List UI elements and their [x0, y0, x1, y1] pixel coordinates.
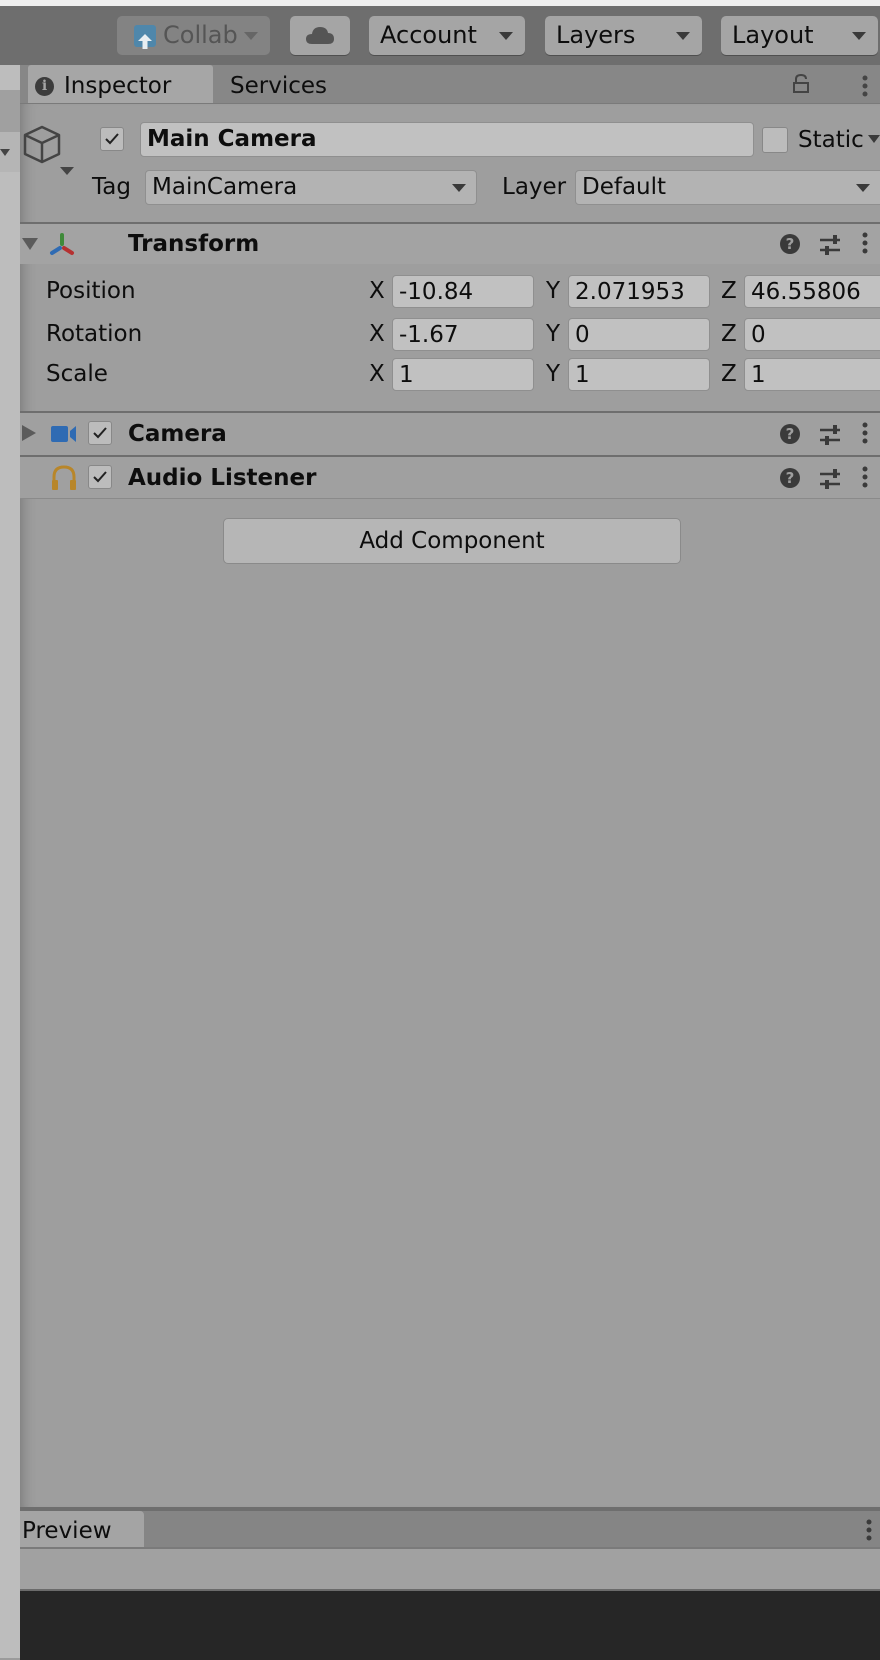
tag-label: Tag — [92, 174, 131, 200]
tag-dropdown[interactable]: MainCamera — [145, 170, 477, 205]
layout-dropdown[interactable]: Layout — [721, 16, 878, 55]
x-axis-label: X — [369, 361, 385, 387]
static-label: Static — [798, 127, 864, 153]
scale-y-input[interactable]: 1 — [568, 358, 710, 391]
left-panel-header — [0, 90, 20, 132]
position-y-input[interactable]: 2.071953 — [568, 275, 710, 308]
left-panel-edge — [0, 65, 20, 1658]
info-icon: i — [35, 77, 54, 96]
scale-z-input[interactable]: 1 — [744, 358, 880, 391]
lock-icon[interactable] — [792, 74, 810, 94]
layers-dropdown[interactable]: Layers — [545, 16, 702, 55]
camera-title: Camera — [128, 421, 227, 447]
position-z-input[interactable]: 46.55806 — [744, 275, 880, 308]
layer-dropdown[interactable]: Default — [575, 170, 880, 205]
chevron-down-icon — [499, 32, 513, 40]
z-axis-label: Z — [721, 278, 737, 304]
presets-sliders-icon[interactable] — [820, 424, 842, 446]
help-icon[interactable]: ? — [780, 234, 800, 254]
position-label: Position — [46, 278, 136, 304]
z-axis-label: Z — [721, 321, 737, 347]
tag-value: MainCamera — [152, 174, 298, 200]
account-dropdown[interactable]: Account — [369, 16, 525, 55]
preview-viewport — [20, 1589, 880, 1660]
preview-tab-label: Preview — [22, 1518, 112, 1544]
active-checkbox[interactable] — [100, 127, 124, 151]
checkmark-icon — [93, 427, 107, 439]
x-axis-label: X — [369, 278, 385, 304]
chevron-down-icon — [452, 184, 466, 192]
layers-label: Layers — [556, 21, 636, 49]
gameobject-cube-icon[interactable] — [22, 124, 74, 184]
inspector-panel: Main Camera Static Tag MainCamera Layer … — [20, 104, 880, 1507]
y-axis-label: Y — [546, 361, 561, 387]
checkmark-icon — [93, 471, 107, 483]
tab-services-label: Services — [230, 73, 327, 99]
help-icon[interactable]: ? — [780, 424, 800, 444]
more-options-icon[interactable] — [862, 232, 868, 254]
camera-component-header[interactable]: Camera ? — [20, 413, 880, 455]
more-options-icon[interactable] — [866, 1519, 872, 1541]
y-axis-label: Y — [546, 321, 561, 347]
transform-header[interactable]: Transform ? — [20, 224, 880, 264]
camera-icon — [51, 426, 76, 442]
audio-listener-component-header[interactable]: Audio Listener ? — [20, 457, 880, 498]
camera-enabled-checkbox[interactable] — [88, 421, 112, 445]
add-component-button[interactable]: Add Component — [223, 518, 681, 564]
chevron-down-icon — [676, 32, 690, 40]
inspector-tab-bar: i Inspector Services — [20, 65, 880, 104]
cloud-icon — [306, 27, 334, 44]
layer-label: Layer — [502, 174, 567, 200]
preview-header: Preview — [20, 1507, 880, 1551]
scale-x-input[interactable]: 1 — [392, 358, 534, 391]
preview-tab[interactable]: Preview — [20, 1511, 144, 1547]
more-options-icon[interactable] — [862, 75, 868, 97]
transform-title: Transform — [128, 231, 260, 257]
y-axis-label: Y — [546, 278, 561, 304]
x-axis-label: X — [369, 321, 385, 347]
account-label: Account — [380, 21, 477, 49]
checkmark-icon — [105, 133, 119, 145]
tab-services[interactable]: Services — [230, 65, 327, 103]
more-options-icon[interactable] — [862, 466, 868, 488]
z-axis-label: Z — [721, 361, 737, 387]
foldout-expanded-icon[interactable] — [22, 238, 38, 250]
more-options-icon[interactable] — [862, 422, 868, 444]
collab-button[interactable]: Collab — [117, 16, 270, 55]
rotation-z-input[interactable]: 0 — [744, 318, 880, 351]
collab-upload-icon — [134, 25, 156, 49]
cloud-services-button[interactable] — [290, 16, 350, 55]
chevron-down-icon — [244, 32, 258, 40]
rotation-label: Rotation — [46, 321, 143, 347]
layer-value: Default — [582, 174, 667, 200]
audio-listener-title: Audio Listener — [128, 465, 317, 491]
chevron-down-icon — [856, 184, 870, 192]
headphones-icon — [52, 465, 76, 490]
transform-icon — [50, 233, 74, 255]
foldout-collapsed-icon[interactable] — [22, 425, 36, 441]
scale-label: Scale — [46, 361, 108, 387]
presets-sliders-icon[interactable] — [820, 234, 842, 256]
position-x-input[interactable]: -10.84 — [392, 275, 534, 308]
static-checkbox[interactable] — [762, 127, 788, 153]
chevron-down-icon — [852, 32, 866, 40]
divider — [20, 498, 880, 499]
audio-listener-enabled-checkbox[interactable] — [88, 465, 112, 489]
preview-toolbar-area — [20, 1547, 880, 1589]
layout-label: Layout — [732, 21, 814, 49]
rotation-x-input[interactable]: -1.67 — [392, 318, 534, 351]
chevron-down-icon[interactable] — [868, 135, 880, 145]
rotation-y-input[interactable]: 0 — [568, 318, 710, 351]
collab-label: Collab — [163, 21, 238, 49]
tab-inspector-label: Inspector — [64, 73, 172, 99]
object-name-input[interactable]: Main Camera — [140, 122, 754, 157]
chevron-down-icon[interactable] — [0, 149, 10, 156]
main-toolbar: Collab Account Layers Layout — [0, 6, 880, 65]
help-icon[interactable]: ? — [780, 468, 800, 488]
presets-sliders-icon[interactable] — [820, 468, 842, 490]
tab-inspector[interactable]: i Inspector — [28, 65, 213, 103]
